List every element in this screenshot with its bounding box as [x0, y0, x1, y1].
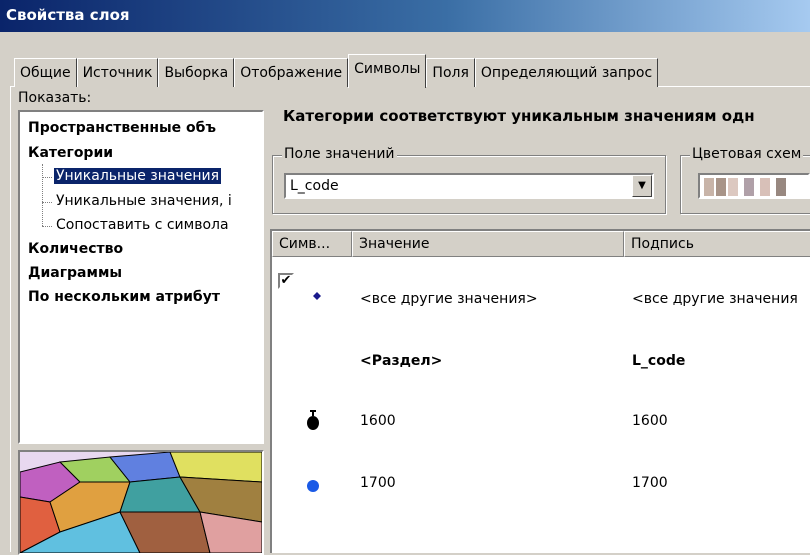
tree-connector	[42, 177, 52, 178]
window-title: Свойства слоя	[6, 6, 130, 24]
column-header-label[interactable]: Подпись	[624, 231, 810, 257]
tab-definition-query[interactable]: Определяющий запрос	[474, 58, 659, 87]
column-header-value[interactable]: Значение	[352, 231, 624, 257]
color-swatch	[776, 178, 786, 196]
map-preview-image	[18, 450, 264, 555]
tab-fields[interactable]: Поля	[426, 58, 475, 87]
tree-connector	[42, 226, 52, 227]
row-label[interactable]: <все другие значения	[632, 291, 798, 307]
row-value[interactable]: <все другие значения>	[360, 291, 538, 307]
small-dot-icon	[313, 292, 321, 300]
tree-item-multiple-attributes[interactable]: По нескольким атрибут	[28, 289, 220, 305]
tree-connector	[42, 202, 52, 203]
color-swatch	[744, 178, 754, 196]
color-swatch	[716, 178, 726, 196]
color-swatch	[760, 178, 770, 196]
tree-item-quantities[interactable]: Количество	[28, 241, 123, 257]
renderer-description: Категории соответствуют уникальным значе…	[283, 107, 755, 125]
tree-item-categories[interactable]: Категории	[28, 145, 113, 161]
row-value[interactable]: 1600	[360, 413, 396, 429]
tab-symbology[interactable]: Символы	[348, 54, 427, 88]
circle-icon	[307, 480, 319, 492]
value-field-select[interactable]: L_code ▼	[284, 173, 654, 199]
row-label[interactable]: 1600	[632, 413, 668, 429]
color-scheme-select[interactable]	[698, 173, 810, 199]
tab-selection[interactable]: Выборка	[158, 58, 235, 87]
column-header-symbol[interactable]: Симв...	[272, 231, 352, 257]
bomb-marker-icon	[307, 410, 319, 430]
tree-item-match-to-symbols[interactable]: Сопоставить с символа	[56, 217, 229, 233]
symbology-type-tree: Пространственные объ Категории Уникальны…	[18, 110, 264, 444]
tree-item-charts[interactable]: Диаграммы	[28, 265, 122, 281]
tree-item-unique-values-many[interactable]: Уникальные значения, i	[56, 193, 232, 209]
value-field-value: L_code	[290, 178, 339, 194]
color-swatch	[704, 178, 714, 196]
show-label: Показать:	[18, 90, 92, 106]
map-preview-graphic	[20, 452, 262, 553]
tab-display[interactable]: Отображение	[234, 58, 349, 87]
color-swatch	[728, 178, 738, 196]
tab-source[interactable]: Источник	[76, 58, 159, 87]
tab-general[interactable]: Общие	[14, 58, 77, 87]
row-label[interactable]: L_code	[632, 353, 685, 369]
all-other-values-checkbox[interactable]: ✔	[278, 273, 294, 289]
row-label[interactable]: 1700	[632, 475, 668, 491]
row-value[interactable]: 1700	[360, 475, 396, 491]
tree-item-unique-values[interactable]: Уникальные значения	[54, 168, 222, 184]
symbol-value-table: Симв... Значение Подпись ✔ <все другие з…	[270, 229, 810, 553]
chevron-down-icon[interactable]: ▼	[632, 175, 652, 197]
tab-strip: Общие Источник Выборка Отображение Симво…	[14, 54, 659, 88]
tree-connector	[42, 164, 43, 226]
color-scheme-label: Цветовая схем	[690, 146, 804, 162]
value-field-label: Поле значений	[282, 146, 397, 162]
row-value[interactable]: <Раздел>	[360, 353, 442, 369]
title-bar: Свойства слоя	[0, 0, 810, 32]
tree-item-features[interactable]: Пространственные объ	[28, 120, 216, 136]
